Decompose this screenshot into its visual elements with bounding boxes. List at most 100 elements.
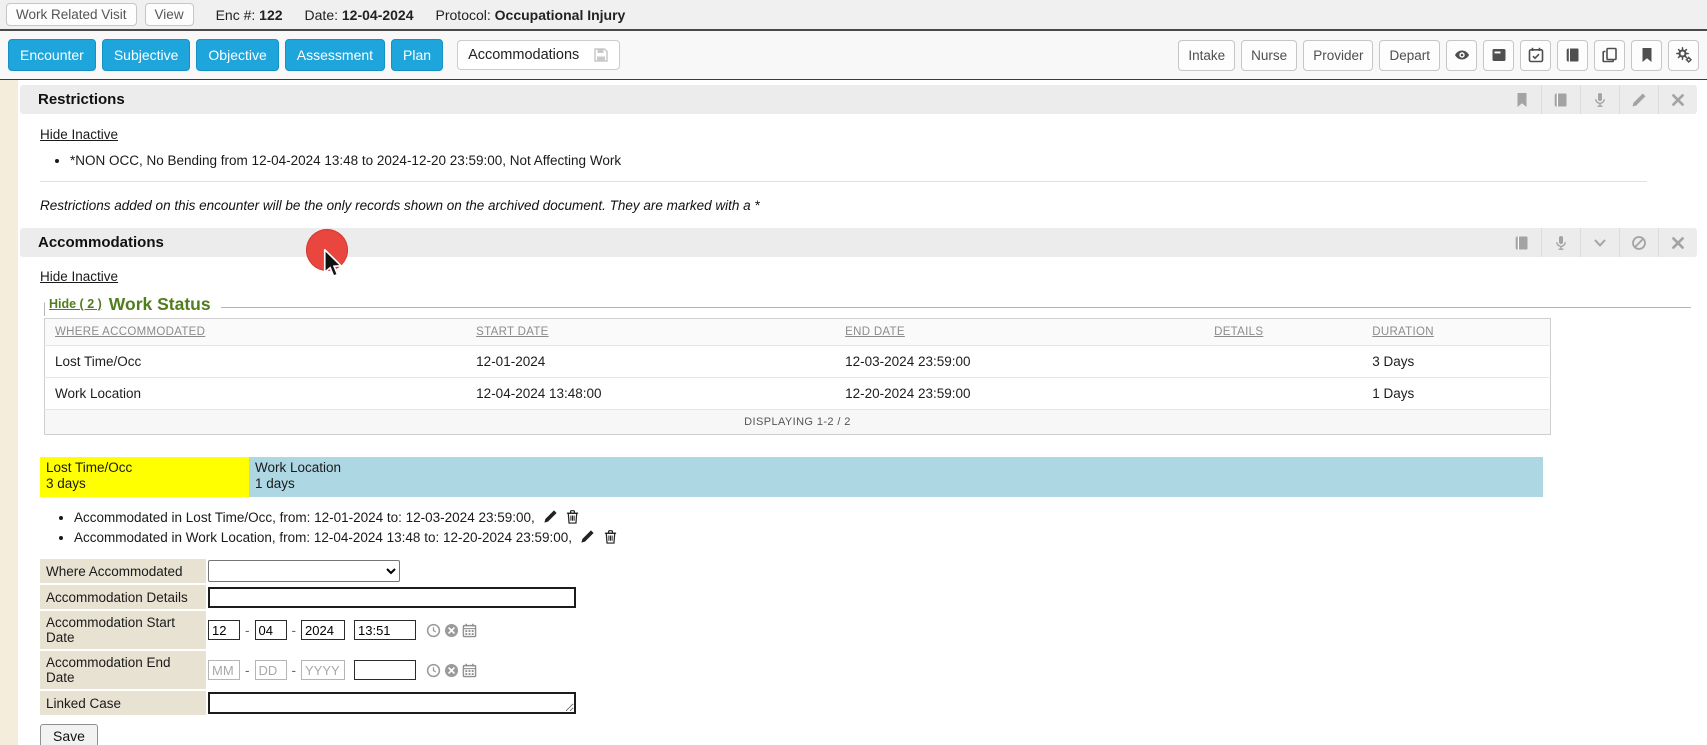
eye-icon	[1454, 47, 1470, 63]
linked-case-input[interactable]	[208, 692, 576, 714]
book-icon[interactable]	[1502, 228, 1541, 257]
copy-button[interactable]	[1594, 40, 1625, 71]
encounter-date: Date: 12-04-2024	[305, 7, 414, 23]
work-status-table: WHERE ACCOMMODATED START DATE END DATE D…	[44, 318, 1551, 435]
accommodations-title: Accommodations	[38, 234, 164, 251]
start-day-input[interactable]	[255, 620, 287, 640]
end-year-input[interactable]	[301, 660, 345, 680]
where-accommodated-select[interactable]	[208, 560, 400, 582]
accommodation-details-input[interactable]	[208, 587, 576, 608]
start-month-input[interactable]	[208, 620, 240, 640]
accommodations-header: Accommodations	[20, 228, 1697, 257]
encounter-number: Enc #: 122	[216, 7, 283, 23]
edit-icon[interactable]	[580, 529, 595, 544]
col-duration[interactable]: DURATION	[1362, 319, 1550, 346]
tab-plan[interactable]: Plan	[391, 39, 443, 71]
divider	[40, 181, 1647, 182]
accommodation-end-date-label: Accommodation End Date	[40, 651, 206, 689]
microphone-icon[interactable]	[1541, 228, 1580, 257]
eye-button[interactable]	[1446, 40, 1477, 71]
close-icon[interactable]	[1658, 228, 1697, 257]
save-button[interactable]: Save	[40, 724, 98, 745]
cell-duration: 1 Days	[1362, 378, 1550, 410]
calendar-icon[interactable]	[462, 623, 477, 638]
work-status-hide-link[interactable]: Hide ( 2 )	[49, 297, 102, 311]
intake-button[interactable]: Intake	[1178, 40, 1235, 71]
end-day-input[interactable]	[255, 660, 287, 680]
col-start-date[interactable]: START DATE	[466, 319, 835, 346]
legend-rule	[221, 307, 1691, 308]
tab-assessment[interactable]: Assessment	[285, 39, 385, 71]
clock-icon[interactable]	[426, 623, 441, 638]
edit-icon[interactable]	[543, 509, 558, 524]
clear-icon[interactable]	[444, 623, 459, 638]
view-button[interactable]: View	[145, 3, 194, 26]
table-row[interactable]: Lost Time/Occ 12-01-2024 12-03-2024 23:5…	[45, 346, 1551, 378]
accommodations-hide-inactive-link[interactable]: Hide Inactive	[40, 269, 118, 284]
book-icon[interactable]	[1541, 85, 1580, 114]
accommodation-form: Where Accommodated Accommodation Details…	[40, 559, 1697, 745]
restrictions-hide-inactive-link[interactable]: Hide Inactive	[40, 127, 118, 142]
book-icon	[1565, 47, 1581, 63]
current-tab-accommodations[interactable]: Accommodations	[457, 40, 620, 70]
tab-subjective[interactable]: Subjective	[102, 39, 191, 71]
bookmark-icon[interactable]	[1502, 85, 1541, 114]
restrictions-header: Restrictions	[20, 85, 1697, 114]
calendar-check-icon	[1528, 47, 1544, 63]
pencil-icon[interactable]	[1619, 85, 1658, 114]
accommodation-start-date-label: Accommodation Start Date	[40, 611, 206, 649]
copy-icon	[1602, 47, 1618, 63]
clock-icon[interactable]	[426, 663, 441, 678]
col-where-accommodated[interactable]: WHERE ACCOMMODATED	[45, 319, 467, 346]
col-end-date[interactable]: END DATE	[835, 319, 1204, 346]
cell-start: 12-04-2024 13:48:00	[466, 378, 835, 410]
close-icon[interactable]	[1658, 85, 1697, 114]
microphone-icon[interactable]	[1580, 85, 1619, 114]
click-indicator-dot	[306, 229, 348, 271]
clear-icon[interactable]	[444, 663, 459, 678]
settings-button[interactable]	[1668, 40, 1699, 71]
save-icon	[593, 47, 609, 63]
bookmark-icon	[1639, 47, 1655, 63]
delete-icon[interactable]	[565, 509, 580, 524]
timeline-segment-work-location: Work Location 1 days	[249, 457, 1543, 497]
cell-details	[1204, 346, 1362, 378]
col-details[interactable]: DETAILS	[1204, 319, 1362, 346]
end-time-input[interactable]	[354, 660, 416, 680]
date-separator: -	[245, 663, 250, 678]
cell-start: 12-01-2024	[466, 346, 835, 378]
nurse-button[interactable]: Nurse	[1241, 40, 1297, 71]
top-bar: Work Related Visit View Enc #: 122 Date:…	[0, 0, 1707, 31]
date-separator: -	[245, 623, 250, 638]
start-time-input[interactable]	[354, 620, 416, 640]
accommodation-timeline: Lost Time/Occ 3 days Work Location 1 day…	[40, 457, 1543, 497]
tab-objective[interactable]: Objective	[196, 39, 278, 71]
delete-icon[interactable]	[603, 529, 618, 544]
depart-button[interactable]: Depart	[1379, 40, 1440, 71]
archive-button[interactable]	[1483, 40, 1514, 71]
timeline-segment-lost-time: Lost Time/Occ 3 days	[40, 457, 249, 497]
ban-icon[interactable]	[1619, 228, 1658, 257]
bookmark-button[interactable]	[1631, 40, 1662, 71]
where-accommodated-label: Where Accommodated	[40, 559, 206, 583]
restrictions-note: Restrictions added on this encounter wil…	[40, 198, 1697, 213]
table-row[interactable]: Work Location 12-04-2024 13:48:00 12-20-…	[45, 378, 1551, 410]
end-month-input[interactable]	[208, 660, 240, 680]
work-related-visit-button[interactable]: Work Related Visit	[6, 3, 137, 26]
work-status-legend: Hide ( 2 ) Work Status	[44, 292, 1697, 316]
tab-encounter[interactable]: Encounter	[8, 39, 96, 71]
list-item: Accommodated in Lost Time/Occ, from: 12-…	[74, 509, 1697, 525]
left-margin-strip	[0, 80, 18, 745]
restriction-item: *NON OCC, No Bending from 12-04-2024 13:…	[70, 153, 1697, 168]
gears-icon	[1676, 47, 1692, 63]
cell-where: Lost Time/Occ	[45, 346, 467, 378]
calendar-icon[interactable]	[462, 663, 477, 678]
provider-button[interactable]: Provider	[1303, 40, 1373, 71]
book-button[interactable]	[1557, 40, 1588, 71]
table-paging-status: DISPLAYING 1-2 / 2	[45, 410, 1551, 435]
chevron-down-icon[interactable]	[1580, 228, 1619, 257]
cell-details	[1204, 378, 1362, 410]
cell-end: 12-20-2024 23:59:00	[835, 378, 1204, 410]
start-year-input[interactable]	[301, 620, 345, 640]
calendar-check-button[interactable]	[1520, 40, 1551, 71]
